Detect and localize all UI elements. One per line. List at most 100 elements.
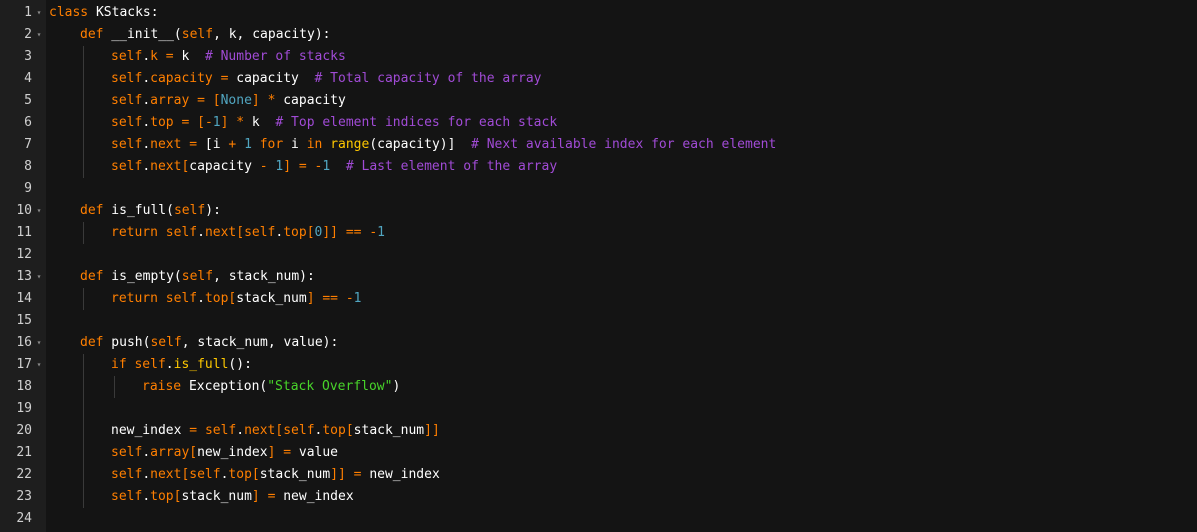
code-line[interactable]: 6 self.top = [-1] * k # Top element indic… [0, 112, 1197, 134]
line-number: 8 [24, 159, 32, 174]
code-line[interactable]: 11 return self.next[self.top[0]] == -1 [0, 222, 1197, 244]
code-line[interactable]: 5 self.array = [None] * capacity [0, 90, 1197, 112]
code-text: if self.is_full(): [111, 354, 252, 376]
code-line[interactable]: 17 ▾ if self.is_full(): [0, 354, 1197, 376]
code-line[interactable]: 22 self.next[self.top[stack_num]] = new_i… [0, 464, 1197, 486]
line-number: 17 [16, 357, 32, 372]
code-token: new_index [111, 423, 190, 438]
code-token: if [111, 357, 127, 372]
code-line[interactable]: 1 ▾ class KStacks: [0, 2, 1197, 24]
code-token: ): [205, 203, 221, 218]
line-number: 6 [24, 115, 32, 130]
code-token: . [142, 445, 151, 460]
code-line[interactable]: 14 return self.top[stack_num] == -1 [0, 288, 1197, 310]
code-token: (): [228, 357, 252, 372]
code-token: k [150, 49, 158, 64]
code-line[interactable]: 4 self.capacity = capacity # Total capaci… [0, 68, 1197, 90]
fold-toggle-icon[interactable]: ▾ [35, 354, 43, 376]
code-token: capacity [228, 71, 315, 86]
code-token: def [80, 203, 104, 218]
code-token: . [142, 489, 151, 504]
line-number: 23 [16, 489, 32, 504]
code-token: self [111, 445, 143, 460]
code-line[interactable]: 7 self.next = [i + 1 for i in range(capac… [0, 134, 1197, 156]
code-token: . [142, 137, 151, 152]
line-number: 16 [16, 335, 32, 350]
code-line[interactable]: 3 self.k = k # Number of stacks [0, 46, 1197, 68]
line-number: 21 [16, 445, 32, 460]
line-number: 11 [16, 225, 32, 240]
fold-toggle-icon[interactable]: ▾ [35, 24, 43, 46]
code-token: array [150, 93, 190, 108]
code-token: [ [306, 225, 315, 240]
code-token: - [369, 225, 378, 240]
code-token: new_index [197, 445, 268, 460]
line-number: 1 [24, 5, 32, 20]
line-number: 10 [16, 203, 32, 218]
code-token: for [259, 137, 284, 152]
code-token: self [165, 225, 198, 240]
code-line[interactable]: 19 [0, 398, 1197, 420]
code-token: == [322, 291, 339, 306]
code-editor[interactable]: 1 ▾ class KStacks: 2 ▾ def __init__(self, k, … [0, 0, 1197, 532]
fold-toggle-icon[interactable]: ▾ [35, 266, 43, 288]
code-token: - [345, 291, 354, 306]
code-token: new_index [275, 489, 354, 504]
code-token: is_full( [103, 203, 174, 218]
code-token: = [197, 93, 205, 108]
code-line[interactable]: 2 ▾ def __init__(self, k, capacity): [0, 24, 1197, 46]
code-token: . [142, 71, 151, 86]
code-line[interactable]: 23 self.top[stack_num] = new_index [0, 486, 1197, 508]
code-line[interactable]: 13 ▾ def is_empty(self, stack_num): [0, 266, 1197, 288]
code-token: . [142, 115, 151, 130]
code-line[interactable]: 15 [0, 310, 1197, 332]
code-token: = [298, 159, 307, 174]
code-token: [ [236, 225, 245, 240]
code-token: self [150, 335, 182, 350]
code-line[interactable]: 10 ▾ def is_full(self): [0, 200, 1197, 222]
line-number: 3 [24, 49, 32, 64]
code-token: ]] [330, 467, 346, 482]
code-token: ]] [424, 423, 440, 438]
code-token: self [165, 291, 198, 306]
code-token: return [111, 291, 158, 306]
code-token: self [173, 203, 206, 218]
code-token: self [111, 115, 143, 130]
indent-guide [83, 222, 84, 244]
code-token: next [150, 159, 182, 174]
code-line[interactable]: 16 ▾ def push(self, stack_num, value): [0, 332, 1197, 354]
code-token: stack_num [181, 489, 252, 504]
code-line[interactable]: 21 self.array[new_index] = value [0, 442, 1197, 464]
code-token: self [111, 489, 143, 504]
code-token: [ [345, 423, 354, 438]
code-token: self [111, 71, 143, 86]
code-line[interactable]: 20 new_index = self.next[self.top[stack_n… [0, 420, 1197, 442]
code-token: self [181, 27, 214, 42]
code-text: new_index = self.next[self.top[stack_num… [111, 420, 440, 442]
code-line[interactable]: 8 self.next[capacity - 1] = -1 # Last ele… [0, 156, 1197, 178]
code-token: self [283, 423, 315, 438]
code-token: 1 [322, 159, 331, 174]
code-token: = [189, 137, 198, 152]
code-text: raise Exception("Stack Overflow") [142, 376, 400, 398]
fold-toggle-icon[interactable]: ▾ [35, 2, 43, 24]
code-line[interactable]: 12 [0, 244, 1197, 266]
fold-toggle-icon[interactable]: ▾ [35, 200, 43, 222]
code-token: = [283, 445, 292, 460]
code-token: . [165, 357, 174, 372]
fold-toggle-icon[interactable]: ▾ [35, 332, 43, 354]
code-token: 1 [212, 115, 221, 130]
code-line[interactable]: 9 [0, 178, 1197, 200]
code-token: ] [283, 159, 292, 174]
code-token: is_empty( [103, 269, 182, 284]
code-line[interactable]: 18 raise Exception("Stack Overflow") [0, 376, 1197, 398]
code-token: array [150, 445, 190, 460]
code-line[interactable]: 24 [0, 508, 1197, 530]
